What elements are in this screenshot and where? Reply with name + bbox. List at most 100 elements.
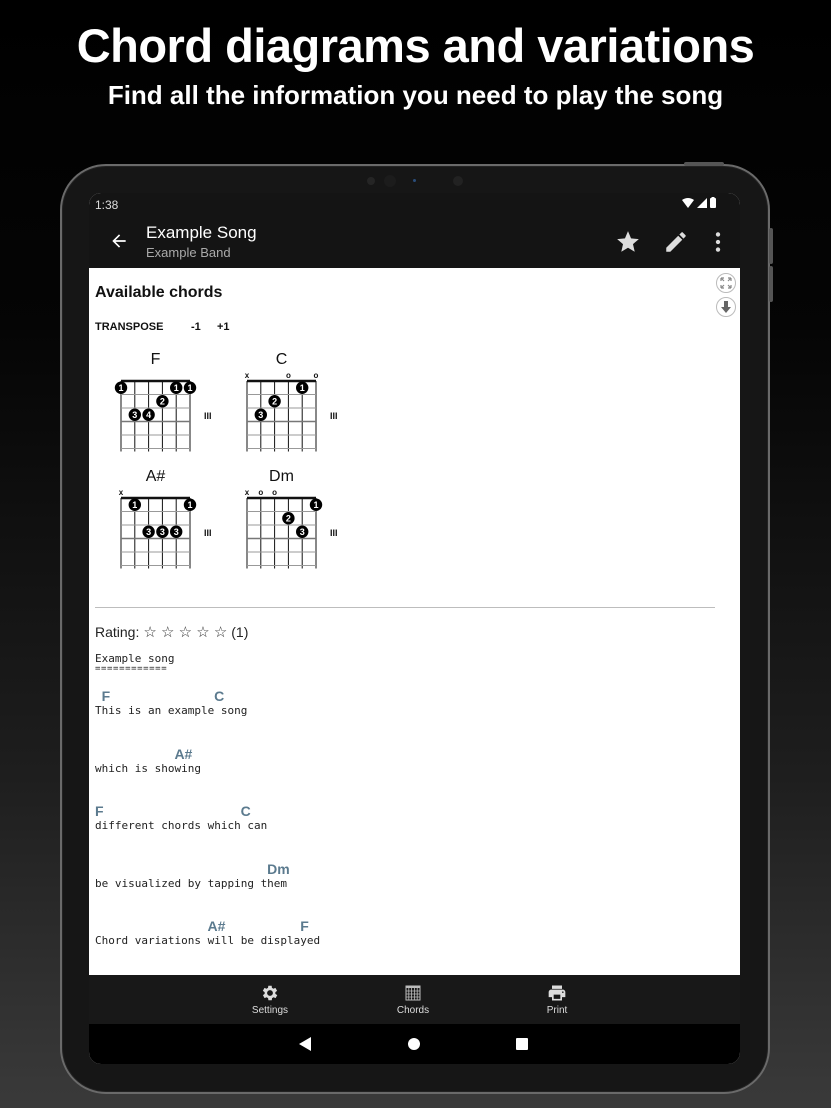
rating-row: Rating: ☆ ☆ ☆ ☆ ☆ (1) [95,623,248,641]
system-navigation-bar [89,1024,740,1064]
chord-grid-icon [405,985,421,1001]
volume-down-button [769,266,773,302]
finger-number: 3 [160,527,165,537]
power-button [684,162,724,166]
rating-count: (1) [231,624,249,640]
app-bar: Example Song Example Band [89,217,740,268]
fullscreen-button[interactable] [716,273,736,293]
open-string-mark: o [258,488,263,497]
status-bar: 1:38 [89,193,740,217]
chord-diagram-f[interactable]: F 1 1 1 2 3 4 III [114,351,224,463]
section-title: Available chords [95,284,223,301]
song-heading-underline: ============ [95,664,168,674]
back-button[interactable] [107,229,131,253]
edit-button[interactable] [663,229,689,255]
finger-number: 3 [132,410,137,420]
nav-chords-label: Chords [396,1005,430,1016]
chord-grid: 1 1 123 4 III [114,379,212,452]
chord-grid: x o o123 III [245,371,338,452]
fret-position-marker: III [330,528,338,538]
front-camera [367,174,467,188]
system-back-button[interactable] [298,1036,312,1057]
muted-string-mark: x [119,488,124,497]
finger-number: 2 [272,397,277,407]
finger-number: 1 [174,383,179,393]
fullscreen-icon [720,277,732,289]
camera-lens [384,175,396,187]
chord-diagram-c[interactable]: Cx o o 1 2 3 III [240,351,350,463]
battery-icon [710,197,716,208]
nav-print[interactable]: Print [507,975,607,1024]
transpose-up-button[interactable]: +1 [217,321,230,333]
sensor-dot [453,176,463,186]
fret-position-marker: III [330,411,338,421]
transpose-label: TRANSPOSE [95,321,164,333]
finger-number: 3 [258,410,263,420]
finger-number: 3 [174,527,179,537]
finger-number: 1 [118,383,123,393]
lyric-line: be visualized by tapping them [95,876,288,890]
finger-number: 2 [286,514,291,524]
rating-stars[interactable]: ☆ ☆ ☆ ☆ ☆ [143,623,227,641]
home-circle-icon [408,1038,420,1050]
divider [95,607,715,608]
system-home-button[interactable] [407,1036,421,1057]
system-recents-button[interactable] [515,1036,529,1057]
chord-grid: x1 13 3 3 III [119,488,212,569]
volume-up-button [769,228,773,264]
lyric-line: different chords which can [95,819,268,832]
camera-led [413,179,416,182]
promo-subtitle: Find all the information you need to pla… [107,80,724,110]
chord-symbol[interactable]: A# [174,746,192,762]
chord-symbol[interactable]: F [102,688,111,704]
nav-print-label: Print [546,1005,568,1016]
transpose-down-button[interactable]: -1 [191,321,201,333]
recents-square-icon [516,1038,528,1050]
finger-number: 1 [300,383,305,393]
fret-position-marker: III [204,528,212,538]
song-title: Example Song [146,223,257,242]
printer-icon [548,985,566,1001]
chord-grid: x o o123 III [245,488,338,569]
chord-symbol[interactable]: Dm [267,861,290,877]
finger-number: 3 [300,527,305,537]
overflow-menu-button[interactable] [705,229,731,255]
rating-label: Rating: [95,624,140,640]
promo-title: Chord diagrams and variations [76,19,755,72]
chord-symbol[interactable]: C [241,803,251,819]
back-arrow-icon [112,234,126,248]
muted-string-mark: x [245,488,250,497]
finger-number: 3 [146,527,151,537]
chord-symbol[interactable]: F [300,918,309,934]
chord-symbol[interactable]: C [214,688,224,704]
chord-symbol[interactable]: F [95,803,104,819]
more-vert-icon [715,232,721,252]
nav-settings-label: Settings [251,1005,289,1016]
nav-settings[interactable]: Settings [220,975,320,1024]
lyric-line: This is an example song [95,704,248,717]
star-icon [617,231,639,252]
nav-chords[interactable]: Chords [363,975,463,1024]
status-time: 1:38 [95,198,119,212]
chord-diagram-dm[interactable]: Dm x o o 1 2 3 III [240,468,350,580]
finger-number: 1 [187,383,192,393]
gear-icon [262,985,278,1001]
open-string-mark: o [272,488,277,497]
chord-diagram-a-sharp[interactable]: A# x 1 1 3 3 3 III [114,468,224,580]
lyric-line: which is showing [95,761,201,775]
bottom-nav: Settings Chords Print [89,975,740,1024]
finger-number: 1 [313,500,318,510]
finger-number: 4 [146,410,151,420]
finger-number: 1 [187,500,192,510]
finger-number: 2 [160,397,165,407]
fret-position-marker: III [204,411,212,421]
scroll-down-button[interactable] [716,297,736,317]
open-string-mark: o [286,371,291,380]
wifi-icon [682,197,694,208]
open-string-mark: o [314,371,319,380]
app-screen: 1:38 Example Song Example Band Available [89,193,740,1064]
edit-pencil-icon [666,232,686,252]
song-content[interactable]: Available chords TRANSPOSE -1 +1 F111234… [89,268,740,975]
favorite-button[interactable] [615,229,641,255]
chord-symbol[interactable]: A# [208,918,226,934]
